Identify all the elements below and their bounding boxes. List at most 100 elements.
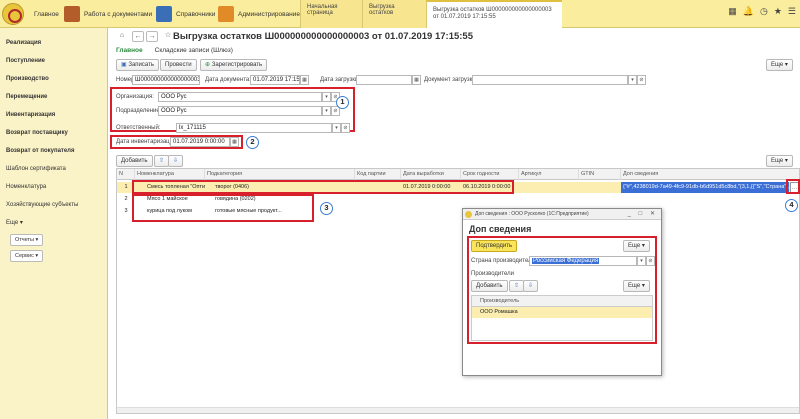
cell-gtin[interactable] (579, 182, 621, 193)
tab-start-page[interactable]: Начальная страница (300, 0, 362, 28)
section-admin[interactable]: Администрирование (218, 0, 300, 28)
tab-unload-document[interactable]: Выгрузка остатков Ш000000000000000003 от… (426, 0, 562, 28)
page-title: Выгрузка остатков Ш000000000000000003 от… (173, 31, 473, 42)
number-field[interactable]: Ш000000000000000003 (132, 75, 200, 85)
table-more-button[interactable]: Еще ▾ (766, 155, 793, 167)
dialog-title: Доп сведения (469, 224, 532, 234)
department-field[interactable]: ООО Рус (158, 106, 322, 116)
post-button[interactable]: Провести (160, 59, 197, 71)
register-label: Зарегистрировать (211, 62, 263, 68)
sidebar-item-return-supplier[interactable]: Возврат поставщику (0, 126, 107, 140)
calendar-icon[interactable]: ▦ (230, 137, 239, 147)
sidebar-item-cert-template[interactable]: Шаблон сертификата (0, 162, 107, 176)
app-logo-icon[interactable] (2, 3, 24, 25)
record-label: Записать (128, 62, 154, 68)
load-date-field[interactable] (356, 75, 412, 85)
col-header-article[interactable]: Артикул (519, 169, 579, 180)
back-button[interactable]: ← (132, 31, 144, 42)
forward-button[interactable]: → (146, 31, 158, 42)
sidebar-item-transfer[interactable]: Перемещение (0, 90, 107, 104)
sidebar-more[interactable]: Еще ▾ (0, 216, 107, 230)
bell-icon[interactable]: 🔔 (743, 6, 754, 17)
reports-button[interactable]: Отчеты ▾ (10, 234, 44, 246)
add-row-button[interactable]: Добавить (116, 155, 153, 167)
sidebar-item-entities[interactable]: Хозяйствующие субъекты (0, 198, 107, 212)
producer-move-up[interactable]: ⇧ (509, 280, 525, 292)
star-icon[interactable]: ★ (774, 6, 782, 17)
sidebar-item-receipt[interactable]: Поступление (0, 54, 107, 68)
section-label: Работа с документами (84, 10, 153, 18)
open-link-icon[interactable]: ⊘ (646, 256, 655, 266)
dialog-more-label: Еще (628, 243, 641, 249)
confirm-button[interactable]: Подтвердить (471, 240, 518, 252)
producer-more-button[interactable]: Еще ▾ (623, 280, 650, 292)
calendar-icon[interactable]: ▦ (300, 75, 309, 85)
col-header-expiry[interactable]: Срок годности (461, 169, 519, 180)
table-row[interactable]: ООО Ромашка (472, 307, 652, 318)
sidebar: Реализация Поступление Производство Пере… (0, 28, 108, 419)
dropdown-icon[interactable]: ▾ (322, 92, 331, 102)
dropdown-icon[interactable]: ▾ (322, 106, 331, 116)
section-documents[interactable]: Работа с документами (64, 0, 152, 28)
col-header-gtin[interactable]: GTIN (579, 169, 621, 180)
dialog-window-title: Доп сведения : ООО Русколко (1С:Предприя… (475, 211, 589, 217)
cell-article[interactable] (519, 182, 579, 193)
section-home[interactable]: Главное (26, 0, 59, 28)
record-button[interactable]: ▣ Записать (116, 59, 159, 71)
subnav-main[interactable]: Главное (116, 47, 143, 54)
more-button[interactable]: Еще ▾ (766, 59, 793, 71)
subnav-warehouse[interactable]: Складские записи (Шлюз) (155, 47, 233, 54)
horizontal-scrollbar[interactable] (117, 407, 799, 413)
col-header-subcategory[interactable]: Подкатегория (205, 169, 355, 180)
org-label: Организация: (116, 94, 154, 100)
col-header-prod-date[interactable]: Дата выработки (401, 169, 461, 180)
cell-extra-selected[interactable]: {"#",4238019d-7a49-4fc9-91db-b6d951d5c8b… (621, 182, 789, 193)
col-header-batch[interactable]: Код партии (355, 169, 401, 180)
cell-extra[interactable] (621, 194, 791, 205)
producers-label: Производители (471, 271, 514, 277)
register-button[interactable]: ⊕ Зарегистрировать (200, 59, 268, 71)
window-controls-icon[interactable]: _ □ ✕ (628, 209, 658, 220)
calendar-icon[interactable]: ▦ (412, 75, 421, 85)
sidebar-item-sales[interactable]: Реализация (0, 36, 107, 50)
country-field[interactable]: Российская Федерация (529, 256, 637, 266)
open-link-icon[interactable]: ⊘ (637, 75, 646, 85)
annotation-circle-1: 1 (336, 96, 349, 109)
date-field[interactable]: 01.07.2019 17:15:55 (250, 75, 300, 85)
history-icon[interactable]: ◷ (760, 6, 768, 17)
col-header-n[interactable]: N (117, 169, 135, 180)
responsible-field[interactable]: lx_171115 (176, 123, 332, 133)
dropdown-icon[interactable]: ▾ (332, 123, 341, 133)
register-icon: ⊕ (205, 62, 211, 68)
service-button[interactable]: Сервис ▾ (10, 250, 44, 262)
producer-cell: ООО Ромашка (480, 309, 518, 315)
sidebar-item-production[interactable]: Производство (0, 72, 107, 86)
home-nav-icon[interactable]: ⌂ (116, 31, 128, 42)
section-label: Главное (34, 10, 59, 18)
move-down-button[interactable]: ⇩ (168, 155, 184, 167)
load-doc-field[interactable] (472, 75, 628, 85)
menu-icon[interactable]: ☰ (788, 6, 796, 17)
tab-unload-list[interactable]: Выгрузка остатков (362, 0, 426, 28)
add-producer-button[interactable]: Добавить (471, 280, 508, 292)
table-header: N Номенклатура Подкатегория Код партии Д… (117, 169, 799, 180)
dropdown-icon[interactable]: ▾ (628, 75, 637, 85)
grid-icon[interactable]: ▦ (728, 6, 737, 17)
sidebar-item-nomenclature[interactable]: Номенклатура (0, 180, 107, 194)
organization-field[interactable]: ООО Рус (158, 92, 322, 102)
producer-move-down[interactable]: ⇩ (523, 280, 539, 292)
sidebar-item-inventory[interactable]: Инвентаризация (0, 108, 107, 122)
dialog-titlebar: Доп сведения : ООО Русколко (1С:Предприя… (463, 209, 661, 220)
dialog-more-button[interactable]: Еще ▾ (623, 240, 650, 252)
inventory-date-field[interactable]: 01.07.2019 0:00:00 (170, 137, 230, 147)
col-header-extra[interactable]: Доп сведения (621, 169, 800, 180)
section-references[interactable]: Справочники (156, 0, 215, 28)
sidebar-item-return-customer[interactable]: Возврат от покупателя (0, 144, 107, 158)
highlight-box-4 (786, 179, 800, 194)
producers-table: Производитель ООО Ромашка (471, 295, 653, 341)
move-up-button[interactable]: ⇧ (154, 155, 170, 167)
col-header-producer[interactable]: Производитель (472, 296, 652, 307)
open-link-icon[interactable]: ⊘ (341, 123, 350, 133)
col-header-nomenclature[interactable]: Номенклатура (135, 169, 205, 180)
dropdown-icon[interactable]: ▾ (637, 256, 646, 266)
